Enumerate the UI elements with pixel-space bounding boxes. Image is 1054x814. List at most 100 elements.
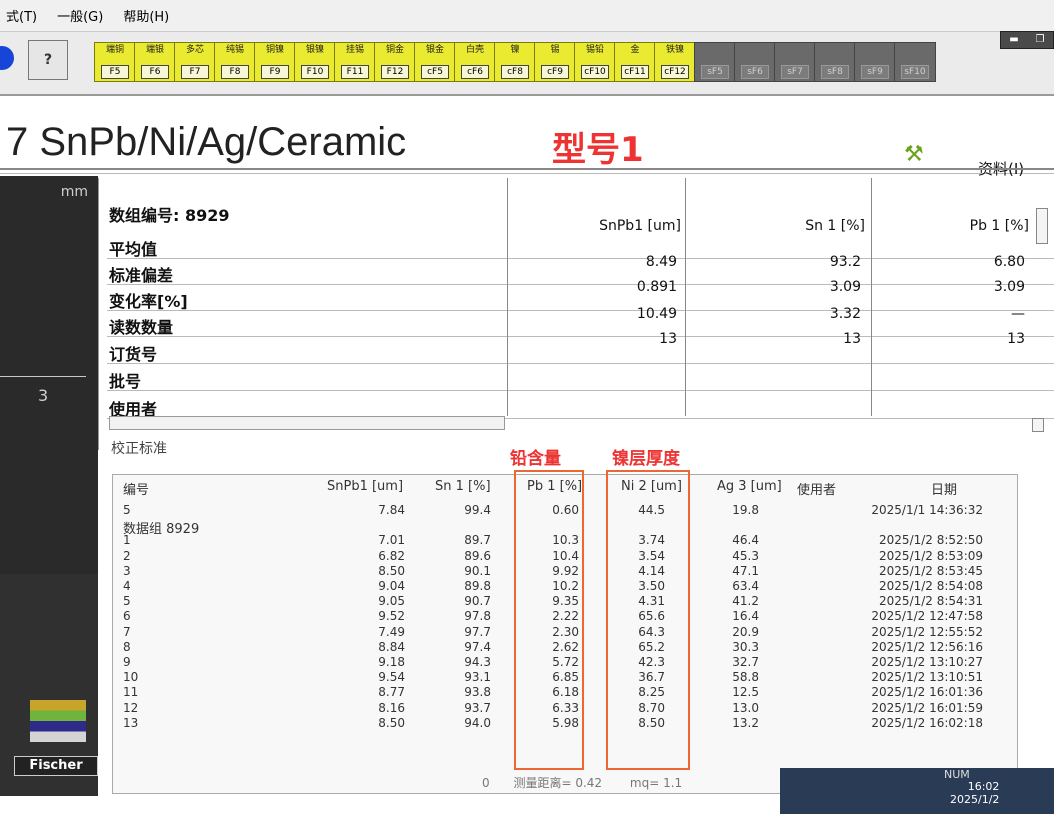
toolbar-button-key: F12: [381, 65, 409, 79]
toolbar-button-cf5[interactable]: 银金 cF5: [414, 42, 456, 82]
toolbar-button-key: F5: [101, 65, 129, 79]
table-header[interactable]: 编号: [123, 479, 149, 498]
toolbar-button-sf9[interactable]: sF9: [854, 42, 896, 82]
horizontal-scrollbar[interactable]: [109, 416, 505, 430]
summary-row-label: 批号: [109, 372, 142, 391]
toolbar-button-label: 银金: [425, 45, 444, 55]
toolbar-button-key: sF8: [821, 65, 849, 79]
tools-icon[interactable]: ⚒: [904, 142, 924, 167]
help-icon[interactable]: ?: [28, 40, 68, 80]
toolbar-button-label: 端银: [145, 45, 164, 55]
summary-column-header: Sn 1 [%]: [805, 218, 865, 234]
toolbar-button-sf5[interactable]: sF5: [694, 42, 736, 82]
toolbar-button-label: 金: [630, 45, 640, 55]
table-cell-ag: 13.2: [732, 715, 759, 730]
scrollbar[interactable]: [1036, 208, 1048, 244]
table-cell-snpb: 8.16: [378, 700, 405, 715]
toolbar-button-key: sF9: [861, 65, 889, 79]
table-row-number: 5: [123, 503, 131, 517]
table-row-number: 1: [123, 533, 131, 548]
toolbar-button-key: sF6: [741, 65, 769, 79]
clock-time: 16:02: [967, 780, 1000, 793]
menu-item[interactable]: 一般(G): [57, 6, 103, 25]
table-cell-date: 2025/1/2 8:52:50: [879, 533, 983, 548]
table-cell-date: 2025/1/2 12:56:16: [871, 639, 983, 654]
table-cell-ag: 63.4: [732, 579, 759, 593]
scroll-down-icon[interactable]: [1032, 418, 1044, 432]
table-header[interactable]: 使用者: [797, 479, 836, 498]
toolbar-button-f12[interactable]: 铜金 F12: [374, 42, 416, 82]
toolbar-button-f9[interactable]: 铜镍 F9: [254, 42, 296, 82]
table-cell-sn: 89.8: [464, 579, 491, 593]
taskbar: NUM 16:02 2025/1/2: [780, 768, 1054, 814]
screen: 式(T) 一般(G) 帮助(H) ? 端铜 F5 端银 F6 多芯 F7 纯锡 F8 铜镍 F9 银…: [0, 0, 1054, 814]
toolbar-button-label: 镍: [510, 45, 520, 55]
table-cell-sn: 89.7: [464, 533, 491, 548]
summary-value: 6.80: [993, 254, 1025, 270]
summary-value: —: [1011, 306, 1025, 322]
table-cell-ag: 46.4: [732, 533, 759, 548]
toolbar-button-key: F7: [181, 65, 209, 79]
table-cell-ag: 12.5: [732, 685, 759, 700]
toolbar-button-f6[interactable]: 端银 F6: [134, 42, 176, 82]
table-row-number: 10: [123, 670, 139, 685]
toolbar-button-f8[interactable]: 纯锡 F8: [214, 42, 256, 82]
summary-value: 13: [843, 331, 861, 347]
status-count: 0: [482, 776, 490, 790]
toolbar-button-cf8[interactable]: 镍 cF8: [494, 42, 536, 82]
app-icon[interactable]: [0, 46, 14, 70]
toolbar-button-sf10[interactable]: sF10: [894, 42, 936, 82]
restore-icon[interactable]: ❐: [1027, 32, 1053, 48]
table-cell-date: 2025/1/2 8:54:08: [879, 579, 983, 593]
toolbar-button-key: F11: [341, 65, 369, 79]
table-cell-date: 2025/1/2 8:53:09: [879, 548, 983, 563]
clock[interactable]: 16:02 2025/1/2: [950, 780, 999, 806]
divider: [685, 178, 686, 416]
table-row-number: 12: [123, 700, 139, 715]
calibration-label: 校正标准: [111, 441, 167, 457]
toolbar-button-f11[interactable]: 挂锡 F11: [334, 42, 376, 82]
table-cell-date: 2025/1/2 16:01:36: [871, 685, 983, 700]
table-row-number: 11: [123, 685, 139, 700]
status-bar: 0 测量距离= 0.42 mq= 1.1: [110, 774, 682, 791]
table-cell-ag: 58.8: [732, 670, 759, 685]
toolbar-button-sf8[interactable]: sF8: [814, 42, 856, 82]
annotation-lead: 铅含量: [510, 449, 561, 469]
summary-row-label: 读数数量: [109, 318, 174, 337]
toolbar-button-cf12[interactable]: 铁镍 cF12: [654, 42, 696, 82]
page-title: 7 SnPb/Ni/Ag/Ceramic: [6, 120, 407, 164]
toolbar-button-cf11[interactable]: 金 cF11: [614, 42, 656, 82]
toolbar-button-cf6[interactable]: 白壳 cF6: [454, 42, 496, 82]
table-header[interactable]: Ag 3 [um]: [717, 479, 782, 494]
table-header[interactable]: Sn 1 [%]: [435, 479, 491, 494]
table-cell-sn: 99.4: [464, 503, 491, 517]
table-row-number: 9: [123, 655, 131, 669]
table-cell-snpb: 9.05: [378, 594, 405, 609]
table-cell-ag: 45.3: [732, 548, 759, 563]
toolbar-button-f5[interactable]: 端铜 F5: [94, 42, 136, 82]
annotation-nickel: 镍层厚度: [612, 449, 680, 469]
toolbar-button-f10[interactable]: 银镍 F10: [294, 42, 336, 82]
toolbar-button-cf9[interactable]: 锡 cF9: [534, 42, 576, 82]
table-cell-snpb: 7.84: [378, 503, 405, 517]
menu-item[interactable]: 式(T): [6, 6, 37, 25]
toolbar-button-key: F8: [221, 65, 249, 79]
menu-item[interactable]: 帮助(H): [123, 6, 169, 25]
model-label: 型号1: [552, 130, 644, 170]
table-cell-snpb: 9.18: [378, 655, 405, 669]
toolbar-button-f7[interactable]: 多芯 F7: [174, 42, 216, 82]
table-header[interactable]: SnPb1 [um]: [327, 479, 403, 494]
divider: [507, 178, 508, 416]
table-cell-date: 2025/1/2 16:01:59: [871, 700, 983, 715]
table-row-number: 13: [123, 715, 139, 730]
summary-value: 13: [1007, 331, 1025, 347]
toolbar-button-sf7[interactable]: sF7: [774, 42, 816, 82]
table-cell-sn: 93.7: [464, 700, 491, 715]
minimize-icon[interactable]: ▬: [1001, 32, 1027, 48]
table-header[interactable]: 日期: [931, 479, 957, 498]
toolbar-button-sf6[interactable]: sF6: [734, 42, 776, 82]
table-cell-sn: 89.6: [464, 548, 491, 563]
table-cell-ag: 19.8: [732, 503, 759, 517]
toolbar-button-cf10[interactable]: 锡铅 cF10: [574, 42, 616, 82]
toolbar-button-key: cF8: [501, 65, 529, 79]
